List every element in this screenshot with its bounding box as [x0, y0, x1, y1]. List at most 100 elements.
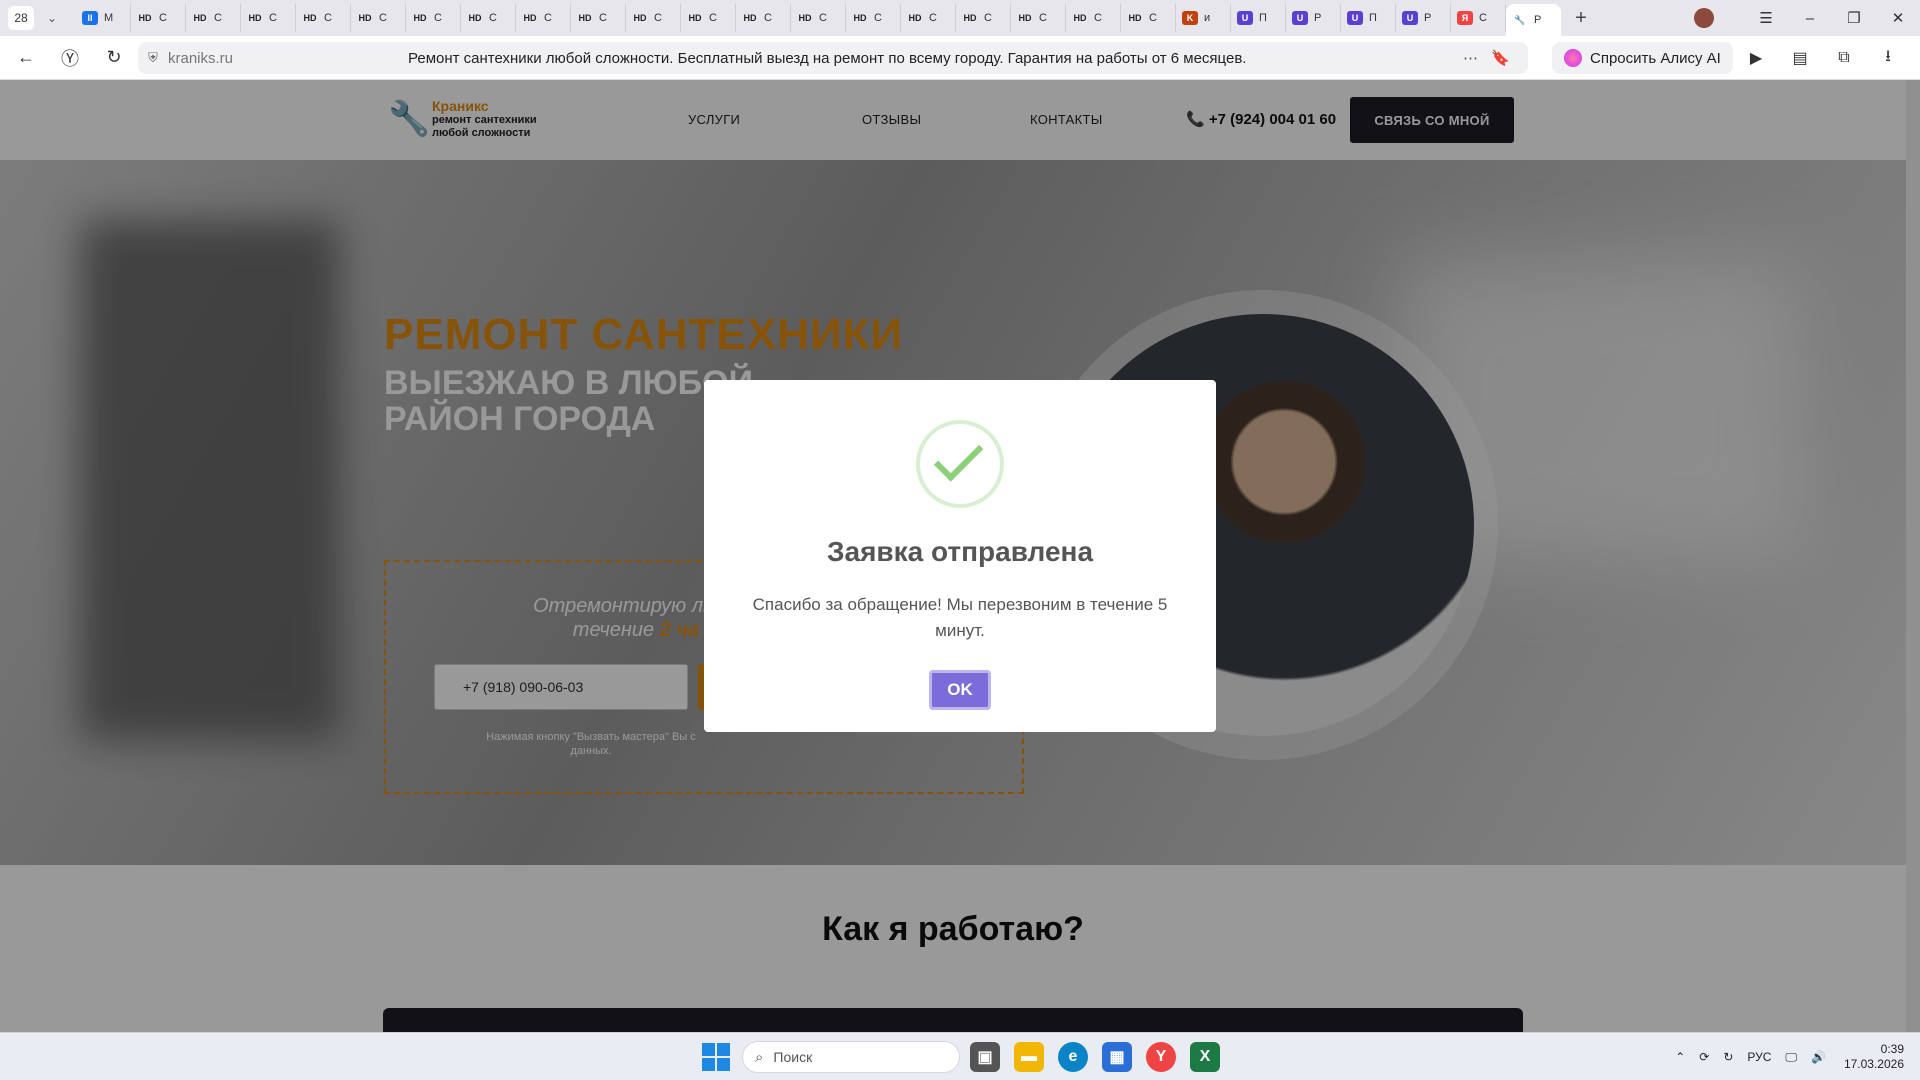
browser-toolbar: ← Ⓨ ↻ ⛨ kraniks.ru Ремонт сантехники люб…	[0, 36, 1920, 80]
tab-label: С	[984, 12, 992, 24]
tab-favicon-icon: II	[82, 11, 98, 25]
tab-label: С	[1039, 12, 1047, 24]
profile-avatar[interactable]	[1694, 8, 1714, 28]
browser-tab[interactable]: HD С	[461, 4, 516, 32]
tab-label: С	[269, 12, 277, 24]
yandex-browser-icon[interactable]: Y	[1146, 1042, 1176, 1072]
browser-tab[interactable]: II М	[76, 4, 131, 32]
browser-tab[interactable]: HD С	[736, 4, 791, 32]
tab-label: П	[1259, 12, 1267, 24]
browser-tab[interactable]: HD С	[1121, 4, 1176, 32]
browser-tab[interactable]: 🔧 Р	[1506, 4, 1561, 36]
excel-icon[interactable]: X	[1190, 1042, 1220, 1072]
tab-label: С	[709, 12, 717, 24]
tab-favicon-icon: 🔧	[1512, 13, 1528, 27]
tab-favicon-icon: HD	[302, 11, 318, 25]
success-check-icon	[916, 420, 1004, 508]
downloads-icon[interactable]: ⭳	[1866, 45, 1910, 72]
url-domain: kraniks.ru	[168, 49, 234, 67]
tab-label: С	[489, 12, 497, 24]
tab-label: С	[159, 12, 167, 24]
browser-tab[interactable]: HD С	[626, 4, 681, 32]
tab-label: Р	[1314, 12, 1322, 24]
tab-label: С	[599, 12, 607, 24]
tab-label: С	[1479, 12, 1487, 24]
browser-tab[interactable]: HD С	[901, 4, 956, 32]
restore-button[interactable]: ❐	[1832, 9, 1876, 27]
tab-favicon-icon: HD	[1017, 11, 1033, 25]
browser-tab[interactable]: UР	[1286, 4, 1341, 32]
store-icon[interactable]: ▦	[1102, 1042, 1132, 1072]
browser-tab[interactable]: HD С	[131, 4, 186, 32]
task-view-icon[interactable]: ▣	[970, 1042, 1000, 1072]
back-button[interactable]: ←	[8, 40, 44, 76]
modal-overlay[interactable]: Заявка отправлена Спасибо за обращение! …	[0, 80, 1920, 1032]
tab-favicon-icon: HD	[687, 11, 703, 25]
window-controls: ☰ – ❐ ✕	[1694, 0, 1920, 36]
tab-favicon-icon: HD	[137, 11, 153, 25]
browser-tab[interactable]: HD С	[571, 4, 626, 32]
reader-icon[interactable]: ▤	[1778, 48, 1822, 68]
browser-tab[interactable]: HD С	[791, 4, 846, 32]
browser-tab[interactable]: HD С	[846, 4, 901, 32]
yandex-home-icon[interactable]: Ⓨ	[52, 40, 88, 76]
more-icon[interactable]: ⋯	[1463, 49, 1478, 67]
browser-tab[interactable]: HD С	[406, 4, 461, 32]
volume-icon[interactable]: 🔊	[1811, 1050, 1826, 1064]
alice-button[interactable]: Спросить Алису AI	[1552, 42, 1733, 74]
browser-tab[interactable]: HD С	[241, 4, 296, 32]
tab-label: С	[874, 12, 882, 24]
alice-label: Спросить Алису AI	[1590, 49, 1721, 67]
site-info-icon[interactable]: ⛨	[138, 50, 168, 66]
update-icon[interactable]: ↻	[1723, 1050, 1733, 1064]
browser-tab[interactable]: HD С	[186, 4, 241, 32]
media-icon[interactable]: ▶	[1734, 48, 1778, 68]
address-bar[interactable]: ⛨ kraniks.ru Ремонт сантехники любой сло…	[138, 42, 1528, 74]
edge-icon[interactable]: e	[1058, 1042, 1088, 1072]
browser-tab[interactable]: UП	[1341, 4, 1396, 32]
tab-favicon-icon: HD	[247, 11, 263, 25]
browser-tab[interactable]: HD С	[1066, 4, 1121, 32]
clock-time: 0:39	[1880, 1042, 1904, 1056]
tab-counter[interactable]: 28	[8, 6, 34, 30]
file-explorer-icon[interactable]: ▬	[1014, 1042, 1044, 1072]
sync-icon[interactable]: ⟳	[1699, 1050, 1709, 1064]
browser-tab[interactable]: UР	[1396, 4, 1451, 32]
tab-favicon-icon: HD	[852, 11, 868, 25]
chevron-down-icon[interactable]: ⌄	[38, 6, 66, 30]
toolbar-icons: ▶ ▤ ⧉ ⭳	[1734, 36, 1910, 80]
browser-tab[interactable]: ЯС	[1451, 4, 1506, 32]
tab-favicon-icon: HD	[522, 11, 538, 25]
tab-favicon-icon: Я	[1457, 11, 1473, 25]
tab-label: С	[1149, 12, 1157, 24]
start-button[interactable]	[702, 1043, 730, 1071]
new-tab-button[interactable]: +	[1567, 4, 1595, 32]
tab-label: С	[819, 12, 827, 24]
language-indicator[interactable]: РУС	[1747, 1050, 1771, 1064]
tab-favicon-icon: HD	[357, 11, 373, 25]
browser-tab[interactable]: Kи	[1176, 4, 1231, 32]
network-icon[interactable]: 🖵	[1785, 1050, 1797, 1065]
tab-label: Р	[1424, 12, 1432, 24]
browser-tab[interactable]: HD С	[351, 4, 406, 32]
browser-tab-strip: 28 ⌄ II М HD С HD С HD С HD С HD С HD С HD С HD С HD С HD С HD…	[0, 0, 1920, 36]
browser-tab[interactable]: HD С	[1011, 4, 1066, 32]
browser-tab[interactable]: HD С	[956, 4, 1011, 32]
url-page-title: Ремонт сантехники любой сложности. Беспл…	[408, 49, 1247, 67]
bookmark-icon[interactable]: 🔖	[1491, 49, 1510, 67]
menu-icon[interactable]: ☰	[1744, 9, 1788, 27]
chevron-up-icon[interactable]: ⌃	[1675, 1050, 1685, 1064]
close-button[interactable]: ✕	[1876, 9, 1920, 27]
browser-tab[interactable]: HD С	[296, 4, 351, 32]
extensions-icon[interactable]: ⧉	[1822, 49, 1866, 67]
minimize-button[interactable]: –	[1788, 10, 1832, 27]
ok-button[interactable]: OK	[929, 670, 991, 710]
browser-tab[interactable]: HD С	[516, 4, 571, 32]
browser-tab[interactable]: UП	[1231, 4, 1286, 32]
tab-label: П	[1369, 12, 1377, 24]
tab-favicon-icon: HD	[632, 11, 648, 25]
taskbar-search[interactable]: ⌕ Поиск	[742, 1041, 960, 1073]
reload-icon[interactable]: ↻	[96, 40, 132, 76]
browser-tab[interactable]: HD С	[681, 4, 736, 32]
clock[interactable]: 0:39 17.03.2026	[1844, 1042, 1904, 1072]
